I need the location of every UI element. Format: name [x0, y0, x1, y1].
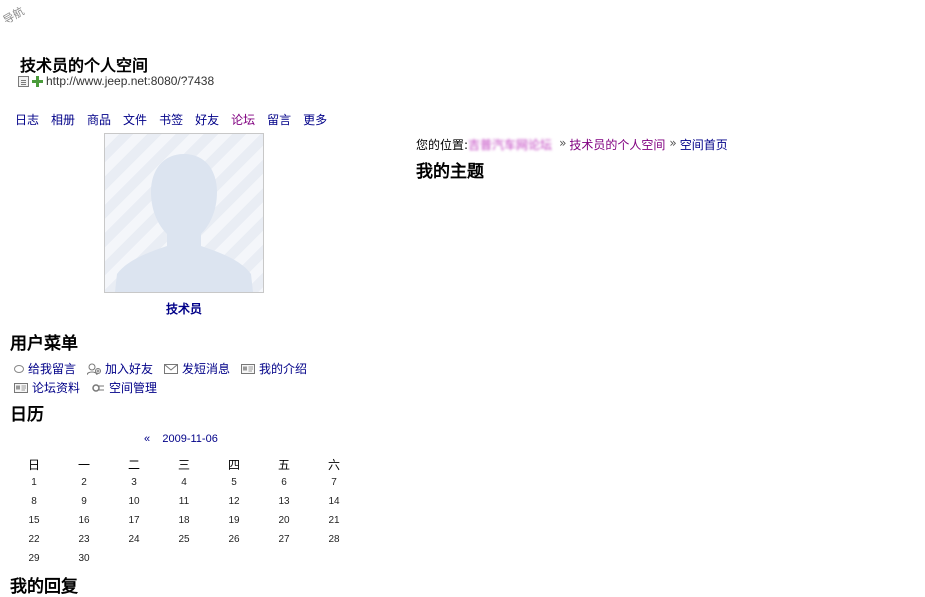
space-url[interactable]: http://www.jeep.net:8080/?7438: [46, 74, 214, 88]
calendar-day: [309, 549, 359, 568]
avatar[interactable]: [104, 133, 264, 293]
top-menu: 日志 相册 商品 文件 书签 好友 论坛 留言 更多: [15, 111, 339, 128]
calendar-day: 19: [228, 515, 240, 526]
id-card-icon: [241, 363, 256, 375]
breadcrumb-separator: »: [669, 136, 677, 150]
calendar-day: 21: [328, 515, 340, 526]
calendar-day: 11: [178, 496, 190, 507]
my-intro-link[interactable]: 我的介绍: [241, 360, 307, 377]
calendar-day: 23: [78, 534, 90, 545]
forum-profile-link[interactable]: 论坛资料: [14, 379, 80, 396]
send-message-link[interactable]: 发短消息: [164, 360, 230, 377]
calendar-day: [209, 549, 259, 568]
calendar-day: 16: [78, 515, 90, 526]
user-menu-row-2: 论坛资料 空间管理: [14, 379, 168, 396]
breadcrumb-space-link[interactable]: 技术员的个人空间: [569, 136, 665, 153]
menu-more[interactable]: 更多: [303, 111, 327, 128]
calendar-day: [109, 549, 159, 568]
breadcrumb-current[interactable]: 空间首页: [680, 136, 728, 153]
menu-goods[interactable]: 商品: [87, 111, 111, 128]
weekday-sun: 日: [27, 457, 40, 472]
menu-album[interactable]: 相册: [51, 111, 75, 128]
envelope-icon: [164, 363, 179, 375]
calendar-day: 30: [78, 553, 90, 564]
calendar-title: 日历: [10, 405, 44, 425]
calendar-day: 14: [328, 496, 340, 507]
calendar-day: 3: [131, 477, 137, 488]
calendar-date: 2009-11-06: [162, 433, 218, 445]
calendar-grid: 日 一 二 三 四 五 六 1 2 3 4 5 6 7 8 9 10 11 12…: [9, 455, 359, 568]
nav-badge[interactable]: 导航: [0, 3, 27, 28]
breadcrumb-separator: »: [559, 136, 567, 150]
calendar-day: 6: [281, 477, 287, 488]
calendar-day: 13: [278, 496, 290, 507]
calendar-day: 15: [28, 515, 40, 526]
calendar-week: 29 30: [9, 549, 359, 568]
calendar-day: 7: [331, 477, 337, 488]
add-friend-icon: [86, 363, 102, 375]
menu-blog[interactable]: 日志: [15, 111, 39, 128]
calendar-day: 12: [228, 496, 240, 507]
calendar-day: 24: [128, 534, 140, 545]
calendar-day: 10: [128, 496, 140, 507]
breadcrumb: 您的位置: 吉普汽车网论坛 » 技术员的个人空间 » 空间首页: [416, 136, 728, 153]
weekday-thu: 四: [227, 457, 240, 472]
weekday-wed: 三: [177, 457, 190, 472]
menu-friends[interactable]: 好友: [195, 111, 219, 128]
copy-document-icon[interactable]: [18, 75, 29, 87]
profile-card-icon: [14, 382, 28, 394]
weekday-tue: 二: [127, 457, 140, 472]
calendar-day: 5: [231, 477, 237, 488]
calendar-day: 18: [178, 515, 190, 526]
menu-guestbook[interactable]: 留言: [267, 111, 291, 128]
calendar-week: 1 2 3 4 5 6 7: [9, 473, 359, 492]
user-menu-title: 用户菜单: [10, 334, 78, 354]
weekday-fri: 五: [277, 457, 290, 472]
space-admin-link[interactable]: 空间管理: [91, 379, 157, 396]
settings-icon: [91, 382, 105, 394]
weekday-sat: 六: [327, 457, 340, 472]
calendar-day: 29: [28, 553, 40, 564]
profile-name[interactable]: 技术员: [104, 300, 264, 317]
calendar-day: [159, 549, 209, 568]
calendar-nav: « 2009-11-06: [144, 433, 218, 445]
calendar-prev-button[interactable]: «: [144, 433, 150, 445]
my-topics-title: 我的主题: [416, 162, 484, 182]
add-friend-link[interactable]: 加入好友: [86, 360, 153, 377]
calendar-day: 17: [128, 515, 140, 526]
calendar-day: 8: [31, 496, 37, 507]
space-url-row: http://www.jeep.net:8080/?7438: [18, 73, 214, 89]
calendar-week: 15 16 17 18 19 20 21: [9, 511, 359, 530]
calendar-day: 20: [278, 515, 290, 526]
calendar-day: 2: [81, 477, 87, 488]
user-menu-row-1: 给我留言 加入好友 发短消息 我的介绍: [14, 360, 318, 377]
calendar-day: 27: [278, 534, 290, 545]
menu-files[interactable]: 文件: [123, 111, 147, 128]
add-favorite-icon[interactable]: [32, 75, 43, 87]
calendar-day: 25: [178, 534, 190, 545]
menu-forum[interactable]: 论坛: [231, 111, 255, 128]
breadcrumb-forum-link[interactable]: 吉普汽车网论坛: [468, 136, 552, 153]
breadcrumb-label: 您的位置:: [416, 138, 469, 152]
calendar-day: 22: [28, 534, 40, 545]
calendar-day: [259, 549, 309, 568]
calendar-day: 28: [328, 534, 340, 545]
calendar-week: 8 9 10 11 12 13 14: [9, 492, 359, 511]
calendar-day: 9: [81, 496, 87, 507]
calendar-day: 26: [228, 534, 240, 545]
calendar-week: 22 23 24 25 26 27 28: [9, 530, 359, 549]
weekday-mon: 一: [77, 457, 90, 472]
avatar-silhouette-icon: [115, 154, 253, 292]
calendar-day: 4: [181, 477, 187, 488]
comment-bubble-icon: [14, 365, 24, 373]
leave-message-link[interactable]: 给我留言: [14, 360, 76, 377]
calendar-day: 1: [31, 477, 37, 488]
menu-bookmarks[interactable]: 书签: [159, 111, 183, 128]
